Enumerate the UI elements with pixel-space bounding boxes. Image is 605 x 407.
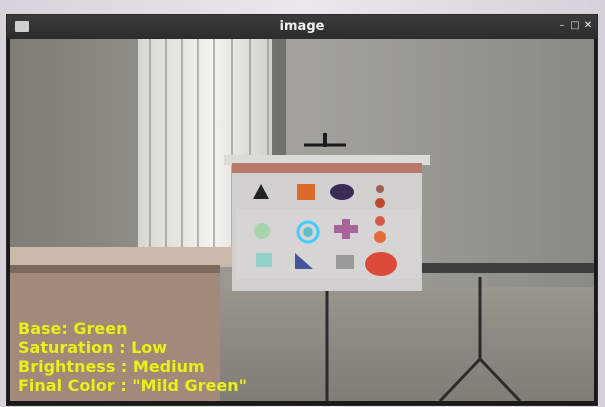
window-title: image [279,19,325,34]
title-bar[interactable]: image – □ ✕ [7,15,597,39]
oval-shape [330,184,354,200]
minimize-icon[interactable]: – [557,21,567,31]
maximize-icon[interactable]: □ [570,21,580,31]
image-window[interactable]: image – □ ✕ Base: Green Saturation: Low… [6,14,598,406]
overlay-brightness: Brightness : Medium [18,357,205,376]
overlay-base: Base: Green [18,319,128,338]
square-shape [297,184,315,200]
overlay-final-color: Final Color : "Mild Green" [18,376,247,395]
close-icon[interactable]: ✕ [583,21,593,31]
overlay-saturation: Saturation : Low [18,338,168,357]
counter [414,263,594,273]
desk-top [10,247,232,267]
camera-frame: Base: Green Saturation : Low Brightness … [10,39,594,401]
